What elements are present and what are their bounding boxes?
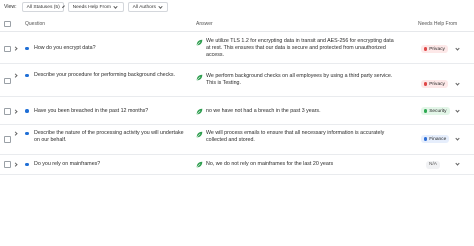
approved-leaf-icon [196, 161, 203, 168]
chevron-down-icon[interactable] [455, 161, 460, 166]
row-checkbox[interactable] [4, 77, 11, 84]
chevron-down-icon [113, 4, 118, 9]
row-checkbox[interactable] [4, 161, 11, 168]
status-filter-label: All Statuses (5) [26, 4, 60, 10]
expand-chevron-icon[interactable] [13, 162, 18, 167]
status-dot [25, 73, 29, 78]
table-row[interactable]: Describe your procedure for performing b… [0, 64, 474, 97]
status-dot [25, 109, 29, 113]
expand-chevron-icon[interactable] [13, 73, 18, 78]
table-row[interactable]: Have you been breached in the past 12 mo… [0, 97, 474, 125]
tag-label: Privacy [429, 81, 445, 87]
view-label: View: [4, 4, 17, 10]
tag-dot [424, 137, 428, 141]
needs-help-column-header: Needs Help From [418, 20, 458, 27]
status-dot [25, 162, 29, 167]
expand-chevron-icon[interactable] [13, 108, 18, 114]
needs-help-filter-dropdown[interactable]: Needs Help From [67, 2, 124, 12]
approved-leaf-icon [196, 131, 203, 138]
question-column-header: Question [25, 20, 46, 27]
tag-badge[interactable]: Privacy [421, 45, 448, 53]
chevron-down-icon[interactable] [455, 107, 460, 113]
select-all-checkbox[interactable] [4, 20, 11, 27]
answer-column-header: Answer [196, 20, 213, 27]
question-text: How do you encrypt data? [34, 45, 96, 51]
chevron-down-icon[interactable] [455, 135, 460, 141]
approved-leaf-icon [196, 108, 203, 115]
question-text: Do you rely on mainframes? [34, 160, 101, 167]
expand-chevron-icon[interactable] [13, 46, 18, 51]
tag-label: Privacy [429, 46, 445, 52]
status-dot [25, 46, 29, 51]
author-filter-label: All Authors [132, 4, 156, 10]
approved-leaf-icon [196, 39, 203, 45]
status-filter-dropdown[interactable]: All Statuses (5) [21, 2, 65, 12]
tag-label: N/A [429, 162, 437, 167]
question-text: Have you been breached in the past 12 mo… [34, 107, 149, 114]
table-row[interactable]: Describe the nature of the processing ac… [0, 125, 474, 155]
table-row[interactable]: Do you rely on mainframes? No, we do not… [0, 155, 474, 175]
answer-text: We perform background checks on all empl… [206, 73, 393, 87]
row-checkbox[interactable] [4, 45, 11, 52]
answer-text: no we have not had a breach in the past … [206, 107, 321, 114]
tag-badge[interactable]: N/A [426, 160, 440, 169]
row-checkbox[interactable] [4, 136, 11, 143]
tag-label: Finance [429, 136, 447, 142]
chevron-down-icon [61, 4, 65, 8]
answer-text: No, we do not rely on mainframes for the… [206, 160, 334, 167]
table-header: Question Answer Needs Help From [0, 16, 474, 32]
tag-dot [424, 82, 428, 86]
status-dot [25, 131, 29, 136]
expand-chevron-icon[interactable] [13, 131, 18, 136]
tag-badge[interactable]: Privacy [421, 80, 448, 88]
author-filter-dropdown[interactable]: All Authors [127, 2, 168, 12]
table-row[interactable]: How do you encrypt data? We utilize TLS … [0, 33, 474, 64]
row-checkbox[interactable] [4, 108, 11, 115]
answer-text: We utilize TLS 1.2 for encrypting data i… [206, 38, 394, 59]
question-text: Describe your procedure for performing b… [34, 72, 176, 78]
tag-badge[interactable]: Security [421, 107, 450, 115]
tag-dot [424, 109, 428, 113]
chevron-down-icon[interactable] [455, 80, 460, 86]
question-text: Describe the nature of the processing ac… [34, 130, 184, 144]
answer-text: We will process emails to ensure that al… [206, 130, 385, 144]
tag-dot [424, 47, 428, 51]
filter-toolbar: View: All Statuses (5) Needs Help From A… [0, 0, 474, 14]
chevron-down-icon [158, 4, 163, 9]
tag-label: Security [429, 108, 447, 114]
needs-help-filter-label: Needs Help From [72, 4, 111, 10]
tag-badge[interactable]: Finance [421, 135, 450, 143]
chevron-down-icon[interactable] [455, 45, 460, 51]
approved-leaf-icon [196, 74, 203, 80]
